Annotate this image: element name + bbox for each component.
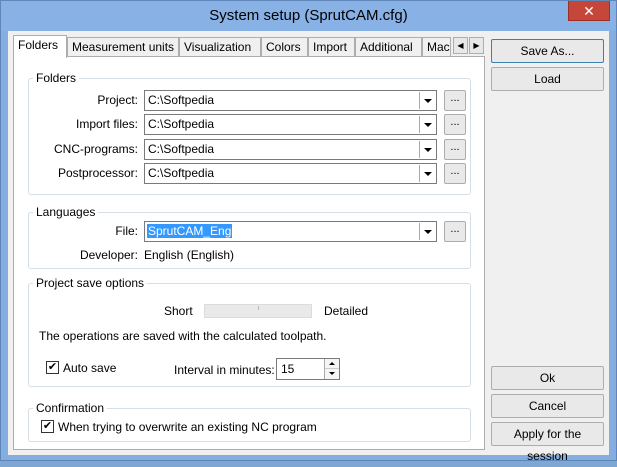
- chevron-down-icon[interactable]: [419, 165, 435, 182]
- tab-machine[interactable]: Mac: [422, 37, 451, 57]
- cnc-programs-value: C:\Softpedia: [148, 142, 215, 156]
- tab-folders[interactable]: Folders: [13, 35, 67, 58]
- apply-session-button[interactable]: Apply for the session: [491, 422, 604, 463]
- confirmation-group-title: Confirmation: [33, 401, 108, 415]
- title-bar[interactable]: System setup (SprutCAM.cfg) ✕: [1, 1, 616, 31]
- spin-up-icon[interactable]: [325, 359, 339, 369]
- overwrite-confirm-label: When trying to overwrite an existing NC …: [58, 420, 317, 434]
- spin-down-icon[interactable]: [325, 369, 339, 379]
- import-files-label: Import files:: [75, 117, 138, 131]
- cnc-programs-label: CNC-programs:: [53, 142, 138, 156]
- chevron-down-icon[interactable]: [419, 223, 435, 240]
- folders-panel: Folders Project: C:\Softpedia ... Import…: [13, 56, 485, 450]
- language-file-combo[interactable]: SprutCAM_Eng: [144, 221, 437, 242]
- project-folder-combo[interactable]: C:\Softpedia: [144, 90, 437, 111]
- auto-save-checkbox[interactable]: ✔: [46, 361, 59, 374]
- tab-strip: Folders Measurement units Visualization …: [13, 35, 493, 58]
- project-label: Project:: [97, 93, 138, 107]
- project-browse-button[interactable]: ...: [444, 90, 466, 111]
- save-as-button[interactable]: Save As...: [491, 39, 604, 63]
- tab-import[interactable]: Import: [308, 37, 355, 57]
- import-files-value: C:\Softpedia: [148, 117, 215, 131]
- load-button[interactable]: Load: [491, 67, 604, 91]
- postprocessor-label: Postprocessor:: [57, 166, 138, 180]
- ok-button[interactable]: Ok: [491, 366, 604, 390]
- developer-label: Developer:: [79, 248, 138, 262]
- postprocessor-browse-button[interactable]: ...: [444, 163, 466, 184]
- postprocessor-value: C:\Softpedia: [148, 166, 215, 180]
- developer-value: English (English): [144, 248, 235, 262]
- slider-min-label: Short: [164, 304, 193, 318]
- close-button[interactable]: ✕: [568, 1, 610, 21]
- tab-measurement-units[interactable]: Measurement units: [67, 37, 179, 57]
- language-browse-button[interactable]: ...: [444, 221, 466, 242]
- tab-visualization[interactable]: Visualization: [179, 37, 261, 57]
- cnc-programs-browse-button[interactable]: ...: [444, 139, 466, 160]
- language-file-label: File:: [115, 224, 138, 238]
- save-options-description: The operations are saved with the calcul…: [39, 329, 327, 343]
- slider-tick: [258, 306, 259, 310]
- folders-group-title: Folders: [33, 71, 80, 85]
- system-setup-window: System setup (SprutCAM.cfg) ✕ Folders Me…: [0, 0, 617, 463]
- cancel-button[interactable]: Cancel: [491, 394, 604, 418]
- tab-additional[interactable]: Additional: [355, 37, 422, 57]
- tab-colors[interactable]: Colors: [261, 37, 308, 57]
- import-files-browse-button[interactable]: ...: [444, 114, 466, 135]
- auto-save-label: Auto save: [63, 361, 117, 375]
- dialog-client: Folders Measurement units Visualization …: [8, 31, 609, 463]
- detail-slider[interactable]: [204, 304, 312, 318]
- window-title: System setup (SprutCAM.cfg): [209, 7, 408, 24]
- languages-group-title: Languages: [33, 205, 99, 219]
- checkmark-icon: ✔: [42, 420, 53, 432]
- project-save-options-title: Project save options: [33, 276, 148, 290]
- overwrite-confirm-checkbox[interactable]: ✔: [41, 420, 54, 433]
- project-folder-value: C:\Softpedia: [148, 93, 215, 107]
- language-file-value: SprutCAM_Eng: [147, 224, 233, 238]
- checkmark-icon: ✔: [47, 361, 58, 373]
- chevron-down-icon[interactable]: [419, 141, 435, 158]
- chevron-down-icon[interactable]: [419, 116, 435, 133]
- chevron-down-icon[interactable]: [419, 92, 435, 109]
- cnc-programs-combo[interactable]: C:\Softpedia: [144, 139, 437, 160]
- slider-max-label: Detailed: [324, 304, 369, 318]
- tab-scroll-left-icon[interactable]: ◀: [453, 37, 468, 54]
- tab-scroll-right-icon[interactable]: ▶: [469, 37, 484, 54]
- import-files-combo[interactable]: C:\Softpedia: [144, 114, 437, 135]
- postprocessor-combo[interactable]: C:\Softpedia: [144, 163, 437, 184]
- spinner-buttons: [324, 359, 339, 379]
- interval-label: Interval in minutes:: [174, 363, 275, 377]
- close-icon: ✕: [583, 3, 595, 19]
- interval-value: 15: [281, 362, 295, 376]
- interval-spinner[interactable]: 15: [276, 358, 340, 380]
